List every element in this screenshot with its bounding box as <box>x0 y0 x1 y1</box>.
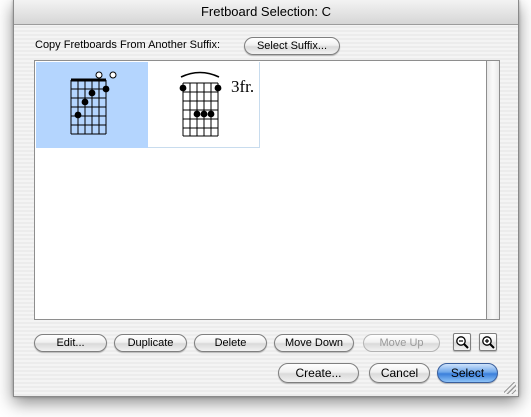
copy-fretboards-label: Copy Fretboards From Another Suffix: <box>35 39 221 51</box>
zoom-out-button[interactable] <box>453 333 471 351</box>
move-up-button[interactable]: Move Up <box>363 334 440 352</box>
duplicate-button[interactable]: Duplicate <box>114 334 187 352</box>
select-suffix-button[interactable]: Select Suffix... <box>244 37 340 55</box>
edit-button[interactable]: Edit... <box>34 334 107 352</box>
create-button[interactable]: Create... <box>278 363 359 383</box>
fretboard-item-open-c[interactable] <box>36 62 148 148</box>
fretboard-list: 3fr. <box>34 60 487 320</box>
chord-diagram-barre-c <box>179 71 222 137</box>
zoom-in-icon <box>482 336 495 349</box>
move-down-button[interactable]: Move Down <box>274 334 354 352</box>
cancel-button[interactable]: Cancel <box>369 363 430 383</box>
zoom-out-icon <box>456 336 469 349</box>
fretboard-selection-dialog: Fretboard Selection: C Copy Fretboards F… <box>13 0 519 397</box>
vertical-scrollbar[interactable] <box>487 60 500 320</box>
window-title: Fretboard Selection: C <box>14 0 518 25</box>
resize-grip-icon[interactable] <box>504 382 516 394</box>
chord-diagram-open-c <box>70 71 117 135</box>
fret-position-label: 3fr. <box>231 77 255 96</box>
delete-button[interactable]: Delete <box>194 334 267 352</box>
zoom-in-button[interactable] <box>479 333 497 351</box>
select-button[interactable]: Select <box>437 363 498 383</box>
fretboard-item-barre-c[interactable]: 3fr. <box>148 62 260 148</box>
